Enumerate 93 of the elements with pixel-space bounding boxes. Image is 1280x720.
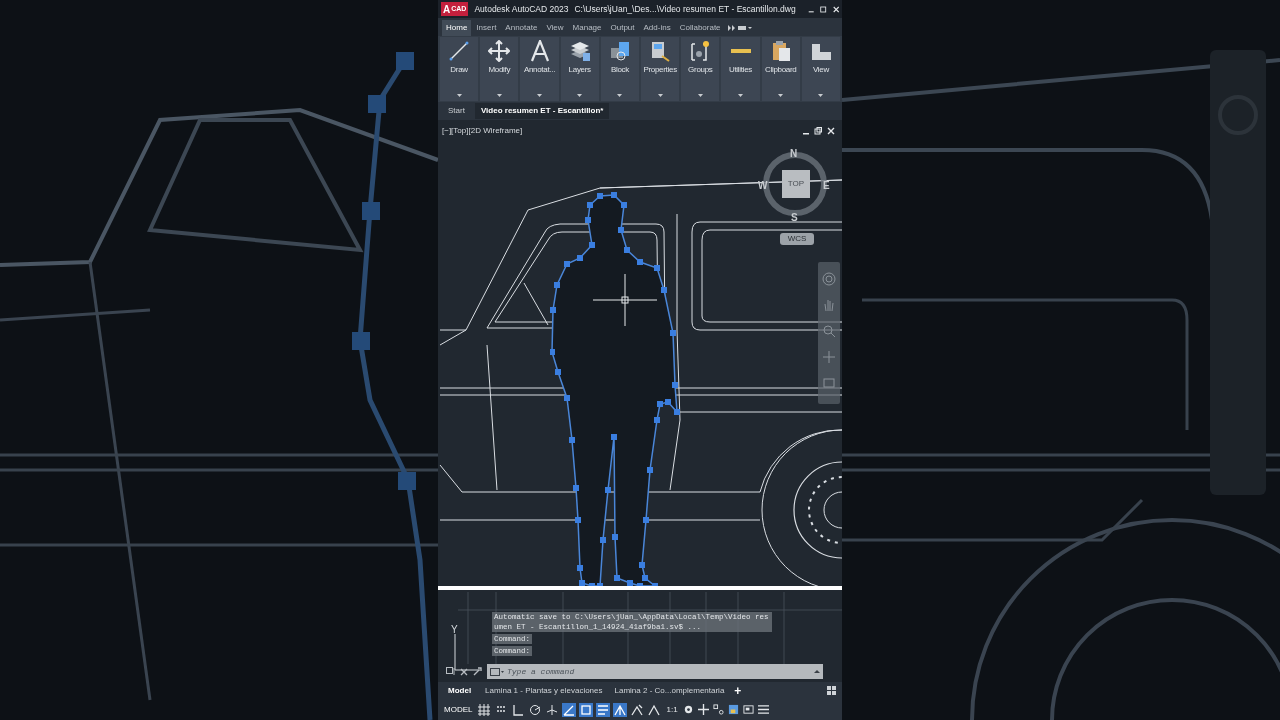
compass-east-label[interactable]: E [823,178,830,193]
ortho-icon[interactable] [511,702,526,717]
panel-label: Groups [688,64,713,76]
object-snap-icon[interactable] [579,702,594,717]
wrench-icon[interactable] [473,667,482,676]
panel-label: Clipboard [764,64,797,76]
plus-icon[interactable] [697,704,709,715]
ribbon-tab[interactable]: Annotate [501,20,542,36]
expand-caret-icon[interactable] [617,94,623,97]
layout-tab[interactable]: Model [444,684,476,697]
panel-label: Layers [568,64,591,76]
ribbon-panel[interactable]: Properties [641,37,680,101]
crosshair-icon [593,274,657,326]
autoscale-icon[interactable] [630,702,645,717]
zoom-icon[interactable] [822,324,836,338]
ribbon-panel[interactable]: Layers [560,37,599,101]
isodraft-icon[interactable] [545,702,560,717]
ruler-icon [729,49,752,53]
viewcube-face[interactable]: TOP [782,170,810,198]
file-tab[interactable]: Video resumen ET - Escantillon* [474,103,610,119]
ribbon-tab[interactable]: Collaborate [675,20,725,36]
properties-icon [649,40,672,62]
history-arrow-icon[interactable] [814,668,820,675]
compass-north-label[interactable]: N [790,146,798,161]
ribbon-panel[interactable]: Groups [681,37,720,101]
expand-caret-icon[interactable] [778,94,784,97]
expand-caret-icon[interactable] [537,94,542,97]
expand-caret-icon[interactable] [577,94,583,97]
window-title: Autodesk AutoCAD 2023 [474,2,569,16]
ucs-axis-label: Y [451,623,458,637]
add-layout-button[interactable]: + [734,684,742,697]
group-icon [689,40,712,62]
hardware-icon[interactable] [727,704,739,715]
ribbon-panel[interactable]: View [801,37,841,101]
viewport-controls-label[interactable]: [−][Top][2D Wireframe] [442,125,523,137]
text-icon [528,40,551,62]
fullscreen-icon[interactable] [742,704,754,715]
ribbon-tab[interactable]: Insert [472,20,501,36]
block-icon [608,40,631,62]
model-space-button[interactable]: MODEL [442,703,475,716]
ribbon-tab[interactable]: Add-ins [639,20,675,36]
panel-label: Block [610,64,629,76]
ribbon-tab[interactable]: Home [442,20,472,36]
layout-tab[interactable]: Lamina 2 - Co...omplementaria [612,684,727,697]
line-icon [448,40,471,62]
ribbon-tab[interactable]: Output [606,20,639,36]
ucs-menu[interactable]: WCS [780,233,814,245]
panel-label: Draw [450,64,468,76]
file-path: C:\Users\jUan_\Des...\Video resumen ET - Escantillon.dwg [574,2,796,16]
ribbon-panel[interactable]: Utilities [721,37,760,101]
expand-caret-icon[interactable] [657,94,663,97]
move-arrows-icon [488,40,511,62]
panel-label: Utilities [728,64,753,76]
workspace-menu-icon[interactable] [737,25,752,31]
steering-wheel-icon[interactable] [822,272,836,286]
layout-tab[interactable]: Lamina 1 - Plantas y elevaciones [483,684,605,697]
compass-south-label[interactable]: S [791,210,798,225]
ribbon-panel[interactable]: Block [600,37,639,101]
expand-caret-icon[interactable] [456,94,462,97]
command-input[interactable]: Type a command [507,665,811,678]
command-prompt-icon[interactable] [490,667,504,676]
polar-icon[interactable] [528,702,543,717]
panel-label: Modify [488,64,511,76]
angle-icon[interactable] [562,702,577,717]
command-window-grip-icon[interactable] [446,667,455,676]
menu-icon[interactable] [757,704,769,715]
annotation-icon[interactable] [613,702,628,717]
overflow-icon[interactable] [727,25,735,31]
lineweight-icon[interactable] [596,702,611,717]
layout-grid-icon[interactable] [827,686,836,695]
panel-label: Annotat... [523,64,556,76]
scale-button[interactable]: 1:1 [664,703,680,716]
ribbon-panel[interactable]: Annotat... [520,37,559,101]
restore-icon[interactable] [814,127,822,135]
maximize-icon[interactable] [820,4,827,14]
isolate-icon[interactable] [712,704,724,715]
ribbon-panel[interactable]: Draw [440,37,479,101]
ribbon-tab[interactable]: Manage [568,20,606,36]
file-tab[interactable]: Start [442,103,471,119]
settings-icon[interactable] [682,704,694,715]
panel-label: Properties [643,64,677,76]
expand-caret-icon[interactable] [496,94,502,97]
ribbon-tab[interactable]: View [542,20,568,36]
ribbon-panel[interactable]: Modify [480,37,519,101]
compass-west-label[interactable]: W [758,178,768,193]
grid-icon[interactable] [477,702,492,717]
ribbon-panel[interactable]: Clipboard [761,37,800,101]
command-bar[interactable]: Type a command [487,664,823,679]
expand-caret-icon[interactable] [738,94,743,97]
close-icon[interactable] [460,667,468,676]
panel-label: View [812,64,829,76]
expand-caret-icon[interactable] [818,94,824,97]
expand-caret-icon[interactable] [697,94,703,97]
